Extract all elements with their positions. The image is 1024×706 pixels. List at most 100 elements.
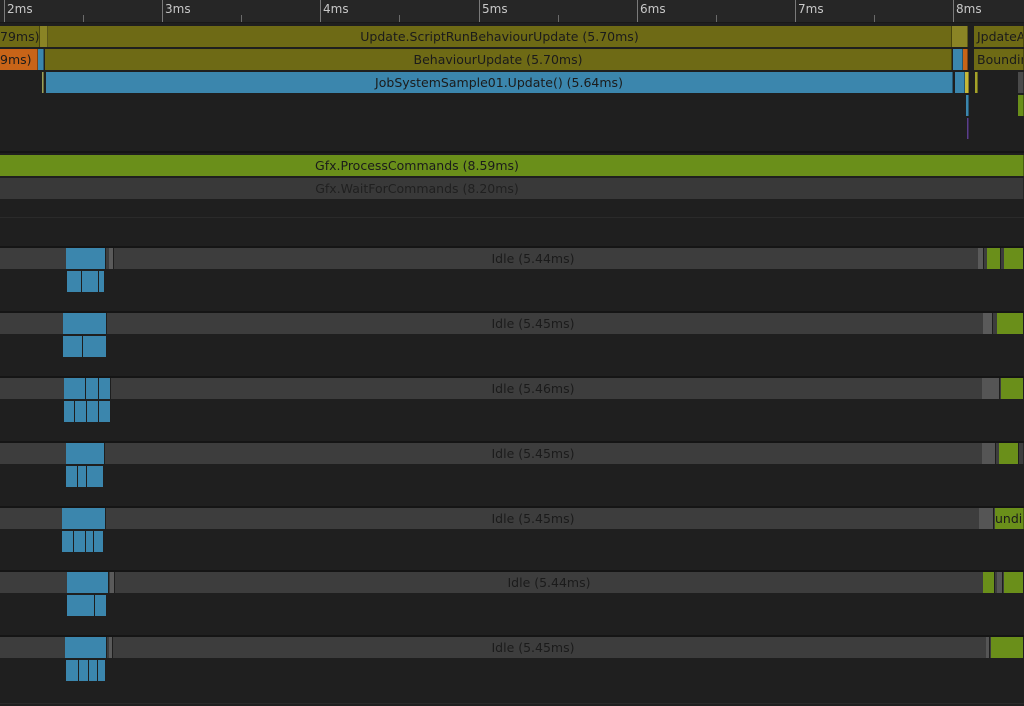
bounding-tail-bar[interactable]: undin [995,508,1024,529]
behaviour-update-bar[interactable]: BehaviourUpdate (5.70ms) [45,49,952,70]
idle-bar[interactable]: Idle (5.45ms) [0,313,1024,334]
job-block[interactable] [66,248,106,269]
worker-thread-4: Idle (5.45ms) [0,443,1024,506]
job-block[interactable] [982,443,996,464]
job-block[interactable] [109,637,113,658]
bar-label: Boundin [977,52,1024,67]
job-block[interactable] [67,572,109,593]
bounding-next-bar[interactable]: Boundin [974,49,1024,70]
job-block[interactable] [997,572,1003,593]
worker-thread-2: Idle (5.45ms) [0,313,1024,376]
job-block[interactable] [1004,572,1024,593]
job-block[interactable] [89,660,98,681]
job-block[interactable] [979,508,994,529]
ruler-label-4ms: 4ms [323,2,349,16]
marker-bar[interactable] [975,72,978,93]
bar-label: Idle (5.44ms) [507,575,591,590]
job-block[interactable] [63,336,83,357]
profiler-timeline[interactable]: 2ms 3ms 4ms 5ms 6ms 7ms 8ms 79ms) Update… [0,0,1024,706]
marker-bar[interactable] [965,72,969,93]
bar-label: BehaviourUpdate (5.70ms) [413,52,583,67]
job-block[interactable] [62,508,106,529]
job-block[interactable] [110,572,115,593]
behaviour-update-prev-bar[interactable]: 9ms) [0,49,38,70]
job-block[interactable] [997,313,1024,334]
job-block[interactable] [99,271,105,292]
update-next-bar[interactable]: JpdateA [974,26,1024,47]
script-run-behaviour-update-bar[interactable]: Update.ScriptRunBehaviourUpdate (5.70ms) [48,26,952,47]
idle-bar[interactable]: Idle (5.44ms) [0,248,1024,269]
job-block[interactable] [95,595,107,616]
job-block[interactable] [109,248,114,269]
job-block[interactable] [79,660,89,681]
job-block[interactable] [94,531,104,552]
job-block[interactable] [99,378,111,399]
worker-thread-1: Idle (5.44ms) [0,248,1024,311]
job-system-update-bar[interactable]: JobSystemSample01.Update() (5.64ms) [46,72,953,93]
job-block[interactable] [78,466,87,487]
job-block[interactable] [74,531,86,552]
job-block[interactable] [987,248,1001,269]
idle-bar[interactable]: Idle (5.45ms) [0,443,1024,464]
job-block[interactable] [66,466,78,487]
main-thread-group: 79ms) Update.ScriptRunBehaviourUpdate (5… [0,23,1024,151]
bar-label: Gfx.WaitForCommands (8.20ms) [315,181,519,196]
job-block[interactable] [66,443,105,464]
idle-bar[interactable]: Idle (5.45ms) [0,637,1024,658]
ruler-label-6ms: 6ms [640,2,666,16]
idle-bar[interactable]: Idle (5.44ms) [0,572,1024,593]
job-block[interactable] [87,401,99,422]
job-block[interactable] [1001,378,1024,399]
job-block[interactable] [986,637,990,658]
ruler-label-2ms: 2ms [7,2,33,16]
job-block[interactable] [99,401,111,422]
job-block[interactable] [65,637,107,658]
bar-label: Gfx.ProcessCommands (8.59ms) [315,158,519,173]
job-block[interactable] [62,531,74,552]
ruler-label-7ms: 7ms [798,2,824,16]
job-block[interactable] [67,595,95,616]
job-block[interactable] [982,378,1000,399]
marker-bar[interactable] [1018,95,1024,116]
marker-bar[interactable] [952,26,968,47]
job-block[interactable] [82,271,99,292]
job-block[interactable] [63,313,107,334]
gfx-process-commands-bar[interactable]: Gfx.ProcessCommands (8.59ms) [0,155,1024,176]
job-block[interactable] [64,401,75,422]
job-block[interactable] [1004,248,1024,269]
idle-bar[interactable]: Idle (5.45ms) [0,508,1024,529]
job-block[interactable] [75,401,87,422]
marker-bar[interactable] [953,49,963,70]
script-update-prev-bar[interactable]: 79ms) [0,26,40,47]
marker-bar[interactable] [1018,72,1024,93]
time-ruler[interactable]: 2ms 3ms 4ms 5ms 6ms 7ms 8ms [0,0,1024,23]
job-block[interactable] [83,336,107,357]
ruler-label-3ms: 3ms [165,2,191,16]
marker-bar[interactable] [42,72,44,93]
ruler-minor-tick [558,15,559,22]
job-block[interactable] [991,637,1024,658]
job-block[interactable] [67,271,82,292]
marker-bar[interactable] [38,49,44,70]
job-block[interactable] [999,443,1019,464]
job-block[interactable] [87,466,104,487]
marker-bar[interactable] [963,49,968,70]
marker-bar[interactable] [966,95,969,116]
ruler-tick [637,0,638,22]
job-block[interactable] [983,572,995,593]
job-block[interactable] [66,660,79,681]
job-block[interactable] [978,248,984,269]
ruler-tick [479,0,480,22]
job-block[interactable] [983,313,993,334]
gfx-wait-for-commands-bar[interactable]: Gfx.WaitForCommands (8.20ms) [0,178,1024,199]
job-block[interactable] [86,378,99,399]
marker-bar[interactable] [967,118,969,139]
bar-label: Idle (5.44ms) [491,251,575,266]
marker-bar[interactable] [40,26,48,47]
bar-label: JpdateA [977,29,1024,44]
marker-bar[interactable] [955,72,965,93]
idle-bar[interactable]: Idle (5.46ms) [0,378,1024,399]
job-block[interactable] [64,378,86,399]
job-block[interactable] [98,660,106,681]
job-block[interactable] [86,531,94,552]
